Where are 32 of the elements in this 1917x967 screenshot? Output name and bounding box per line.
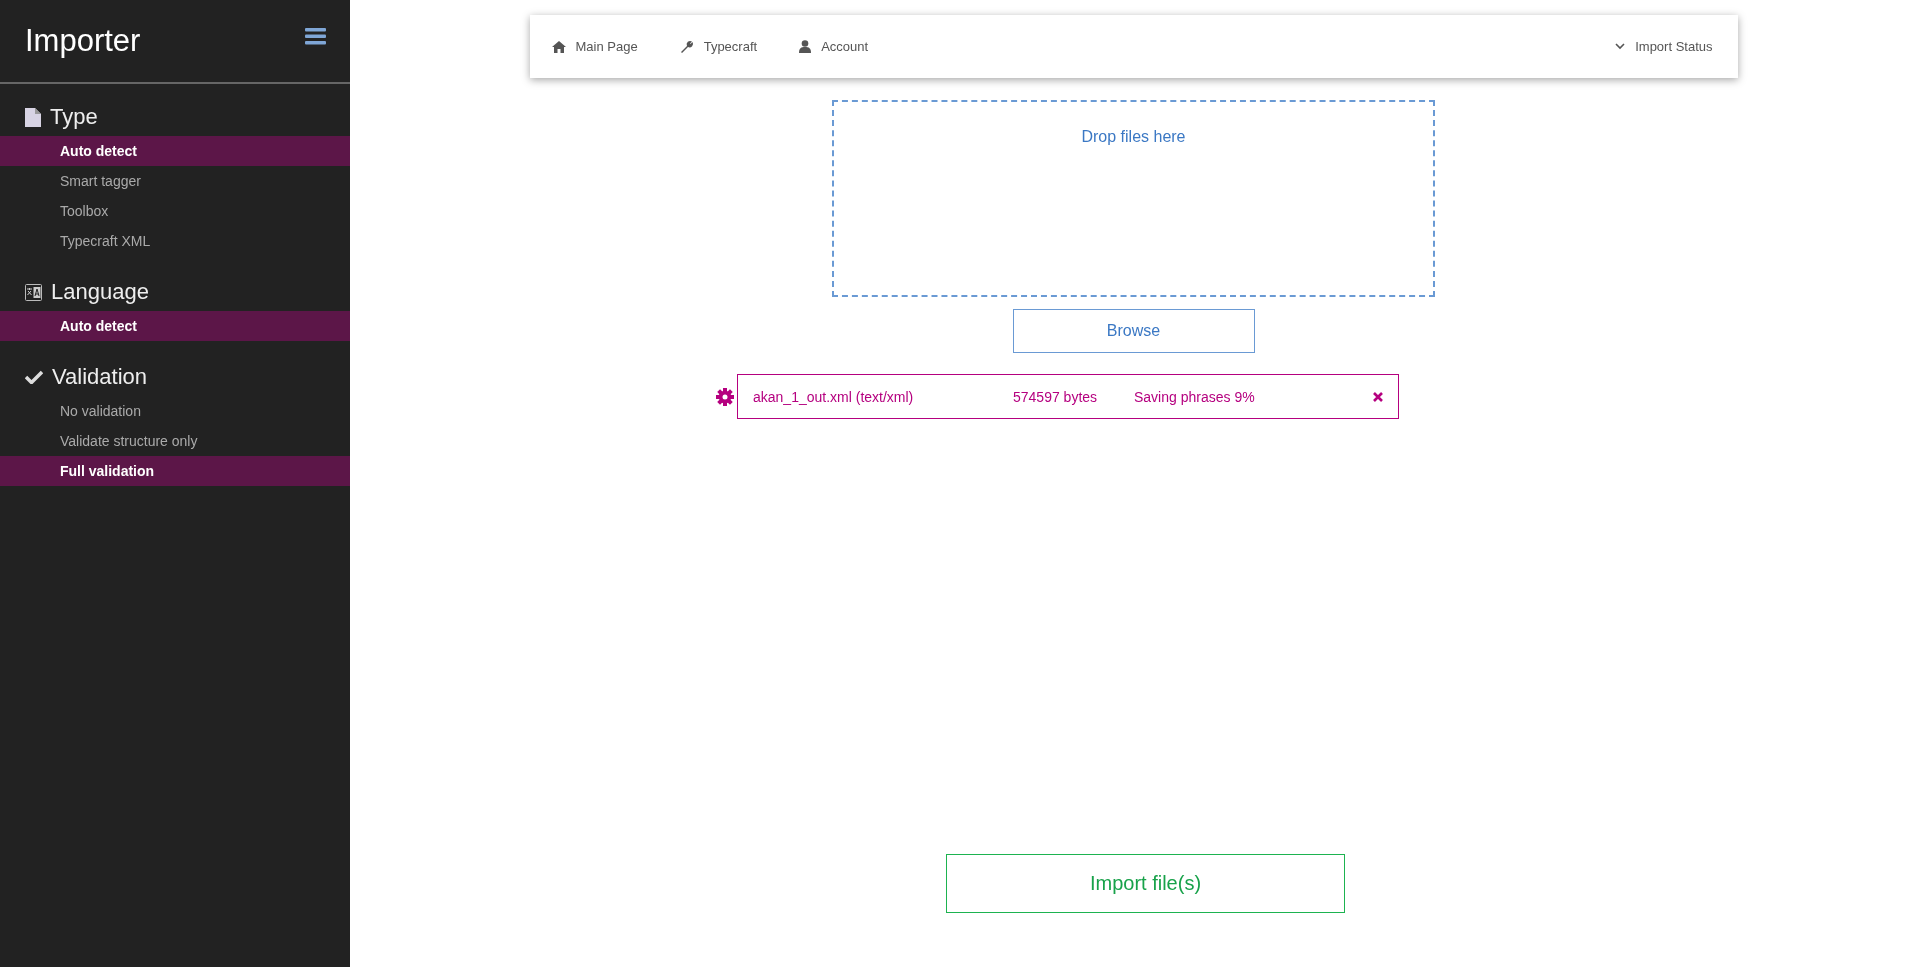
nav-link[interactable]: Account (799, 39, 869, 54)
section-heading: Validation (52, 364, 147, 390)
sidebar-item[interactable]: Full validation (0, 456, 350, 486)
file-size: 574597 bytes (1013, 388, 1099, 405)
nav-link[interactable]: Import Status (1615, 39, 1713, 54)
upload-status: Saving phrases 9% (1134, 388, 1256, 405)
file-name: akan_1_out.xml (text/xml) (753, 388, 915, 405)
chevron-down-icon (1615, 43, 1626, 50)
sidebar-item[interactable]: Auto detect (0, 136, 350, 166)
sidebar-item[interactable]: Toolbox (0, 196, 350, 226)
checkmark-icon (25, 370, 43, 384)
wrench-icon (679, 39, 694, 54)
gear-icon (716, 387, 734, 406)
nav-link[interactable]: Main Page (551, 39, 638, 54)
close-icon[interactable] (1373, 391, 1383, 402)
home-icon (551, 40, 566, 53)
sidebar-item[interactable]: Validate structure only (0, 426, 350, 456)
translate-icon (25, 282, 42, 302)
sidebar-item[interactable]: Typecraft XML (0, 226, 350, 256)
sidebar-item[interactable]: Auto detect (0, 311, 350, 341)
app-title: Importer (25, 23, 141, 59)
drop-zone-label: Drop files here (1081, 128, 1186, 147)
sidebar-item[interactable]: No validation (0, 396, 350, 426)
menu-icon[interactable] (305, 27, 326, 45)
sidebar-item[interactable]: Smart tagger (0, 166, 350, 196)
section-heading: Language (51, 279, 149, 305)
nav-link[interactable]: Typecraft (679, 39, 758, 54)
document-icon (25, 107, 41, 127)
section-heading: Type (50, 104, 98, 130)
drop-zone[interactable]: Drop files here (832, 100, 1435, 297)
browse-button[interactable]: Browse (1012, 309, 1255, 353)
user-icon (799, 40, 812, 53)
